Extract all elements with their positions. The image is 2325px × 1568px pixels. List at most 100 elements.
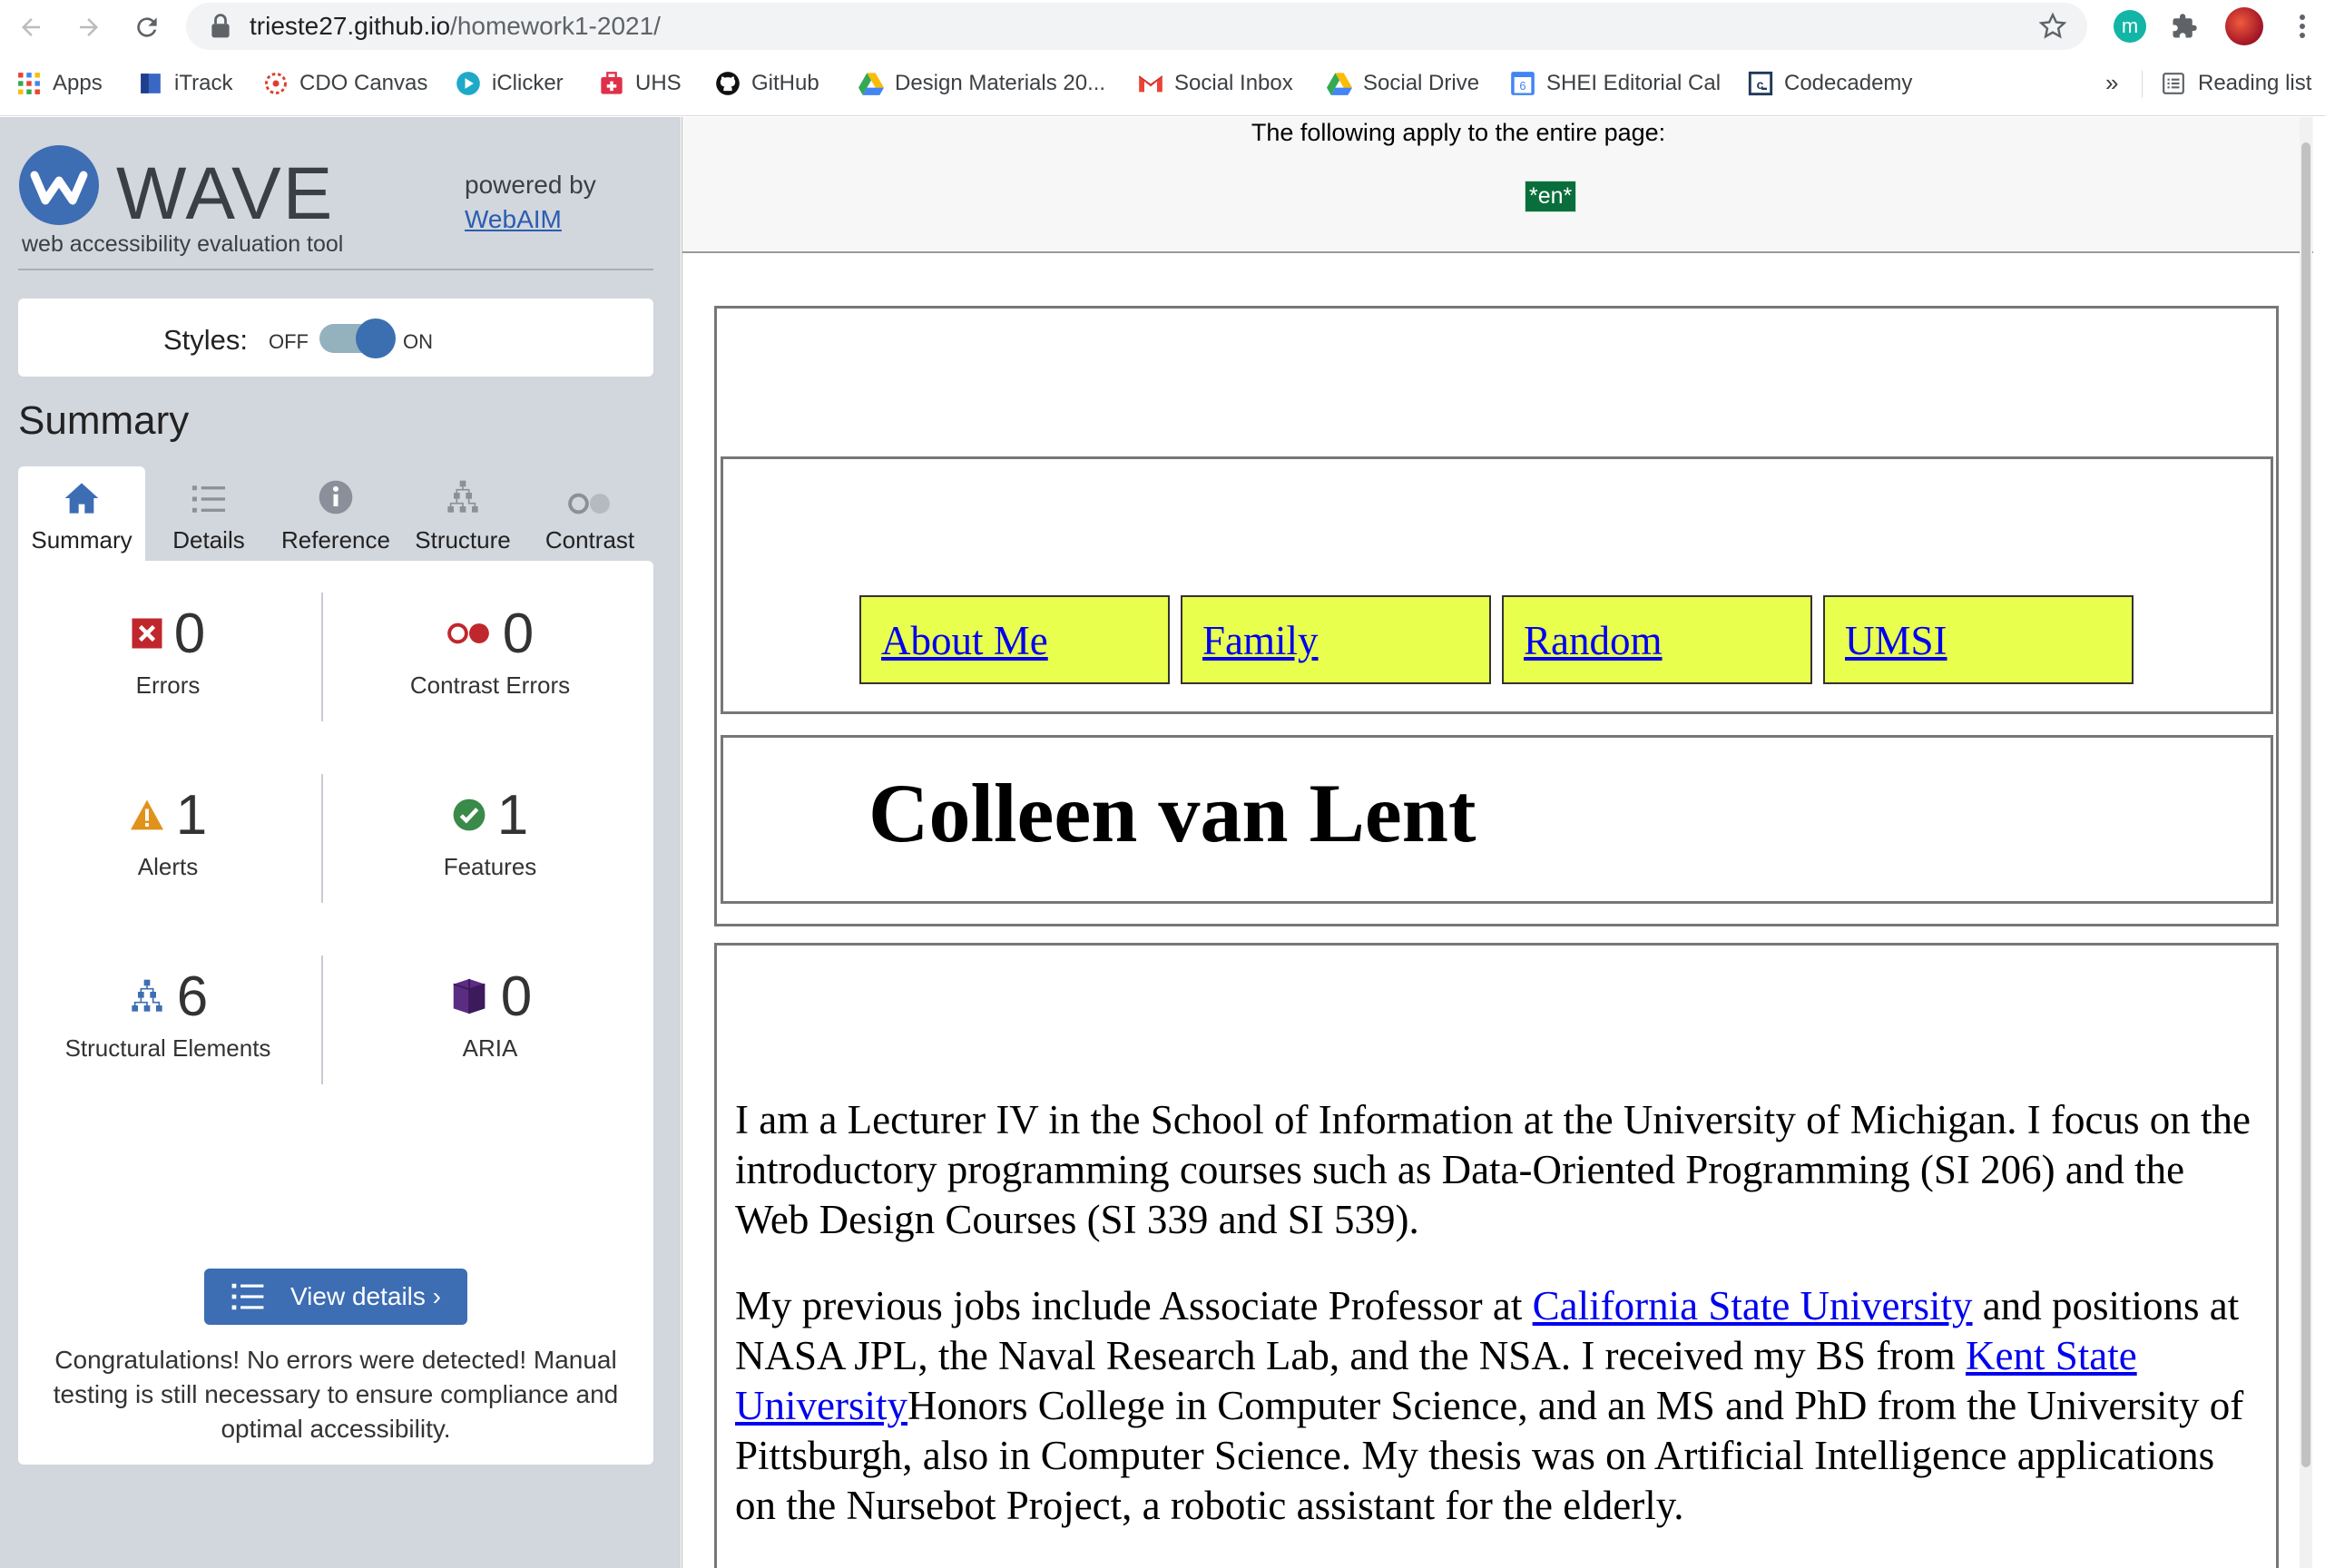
bookmark-uhs[interactable]: UHS	[599, 65, 682, 102]
svg-text:6: 6	[1519, 79, 1525, 93]
reading-list-button[interactable]: Reading list	[2162, 65, 2311, 102]
extensions-puzzle-icon[interactable]	[2165, 7, 2203, 45]
page-scrollbar[interactable]	[2300, 117, 2312, 1568]
bio-text: Honors College in Computer Science, and …	[735, 1383, 2244, 1528]
stat-contrast-errors[interactable]: 0 Contrast Errors	[340, 597, 640, 700]
nav-link-random[interactable]: Random	[1502, 595, 1812, 684]
wave-subtitle: web accessibility evaluation tool	[22, 231, 344, 257]
url-host: trieste27.github.io	[250, 12, 451, 40]
codecademy-icon: c	[1748, 71, 1773, 96]
bookmark-itrack[interactable]: iTrack	[138, 65, 232, 102]
stat-alerts[interactable]: 1 Alerts	[18, 779, 318, 881]
tab-structure[interactable]: Structure	[399, 466, 526, 561]
tab-contrast[interactable]: Contrast	[526, 466, 653, 561]
nav-link-umsi[interactable]: UMSI	[1823, 595, 2134, 684]
canvas-icon	[263, 71, 289, 96]
url-text[interactable]: trieste27.github.io/homework1-2021/	[250, 12, 661, 41]
bookmarks-divider	[2142, 71, 2143, 98]
tab-label: Contrast	[544, 526, 635, 554]
nav-link-about-me[interactable]: About Me	[859, 595, 1170, 684]
tab-reference[interactable]: Reference	[272, 466, 399, 561]
bookmark-label: Design Materials 20...	[895, 71, 1106, 95]
stat-aria[interactable]: 0 ARIA	[340, 960, 640, 1063]
summary-heading: Summary	[18, 398, 190, 443]
tab-details[interactable]: Details	[145, 466, 272, 561]
webaim-link[interactable]: WebAIM	[465, 205, 562, 233]
bookmark-apps[interactable]: Apps	[16, 65, 103, 102]
divider	[321, 774, 323, 903]
bookmark-iclicker[interactable]: iClicker	[456, 65, 564, 102]
bookmarks-overflow-button[interactable]: »	[2105, 69, 2118, 97]
nav-section: About Me Family Random UMSI	[721, 456, 2273, 714]
nav-link-label: About Me	[881, 618, 1048, 663]
entire-page-note: The following apply to the entire page:	[1251, 119, 1666, 146]
bookmark-codecademy[interactable]: c Codecademy	[1748, 65, 1912, 102]
stat-features[interactable]: 1 Features	[340, 779, 640, 881]
alert-icon	[129, 799, 165, 831]
info-icon	[318, 479, 354, 515]
lock-icon[interactable]	[211, 14, 231, 39]
tab-summary[interactable]: Summary	[18, 466, 145, 561]
svg-text:c: c	[1756, 79, 1763, 93]
stat-errors[interactable]: 0 Errors	[18, 597, 318, 700]
back-button[interactable]	[11, 7, 51, 47]
bookmark-label: CDO Canvas	[299, 71, 428, 95]
bookmarks-bar: Apps iTrack CDO Canvas iClicker UHS GitH…	[0, 60, 2325, 107]
bio-text: My previous jobs include Associate Profe…	[735, 1283, 1533, 1328]
view-details-label: View details ›	[289, 1282, 441, 1310]
profile-avatar[interactable]	[2225, 7, 2263, 45]
tab-label: Structure	[415, 526, 511, 554]
bookmark-label: GitHub	[751, 71, 819, 95]
bookmark-label: UHS	[635, 71, 682, 95]
address-row: trieste27.github.io/homework1-2021/ m	[0, 0, 2325, 53]
name-section: Colleen van Lent	[721, 735, 2273, 904]
bookmark-cdo-canvas[interactable]: CDO Canvas	[263, 65, 427, 102]
contrast-icon	[567, 492, 613, 515]
address-bar[interactable]: trieste27.github.io/homework1-2021/	[186, 3, 2087, 50]
bookmark-social-inbox[interactable]: Social Inbox	[1138, 65, 1293, 102]
alerts-count: 1	[175, 783, 208, 847]
styles-off-label: OFF	[269, 330, 309, 353]
nav-link-label: Family	[1202, 618, 1319, 663]
wave-sidebar: WAVE web accessibility evaluation tool p…	[0, 117, 681, 1568]
wave-title: WAVE	[116, 152, 335, 235]
bookmark-social-drive[interactable]: Social Drive	[1327, 65, 1479, 102]
styles-toggle-card: Styles: OFF ON	[18, 299, 653, 377]
wave-logo-icon	[18, 144, 100, 226]
reading-list-icon	[2162, 72, 2185, 95]
features-label: Features	[443, 853, 537, 880]
wave-tabs: Summary Details Reference Structure Cont…	[18, 466, 653, 561]
california-state-link[interactable]: California State University	[1533, 1283, 1973, 1328]
styles-toggle-switch[interactable]	[319, 318, 396, 358]
bio-paragraph-2: My previous jobs include Associate Profe…	[735, 1281, 2260, 1531]
itrack-icon	[138, 71, 163, 96]
page-title: Colleen van Lent	[868, 767, 1476, 859]
language-badge[interactable]: *en*	[1525, 181, 1577, 212]
scrollbar-thumb[interactable]	[2301, 142, 2310, 1467]
forward-button[interactable]	[69, 7, 109, 47]
feature-check-icon	[452, 798, 486, 832]
reload-button[interactable]	[127, 7, 167, 47]
view-details-button[interactable]: View details ›	[204, 1269, 467, 1325]
divider	[321, 593, 323, 721]
powered-by-label: powered by	[465, 171, 596, 199]
google-drive-icon	[1327, 71, 1352, 96]
bookmark-design-materials[interactable]: Design Materials 20...	[858, 65, 1105, 102]
nav-link-label: Random	[1524, 618, 1663, 663]
nav-link-family[interactable]: Family	[1181, 595, 1491, 684]
divider	[18, 269, 653, 270]
styles-label: Styles:	[163, 324, 249, 356]
structural-count: 6	[176, 965, 209, 1028]
header-section: About Me Family Random UMSI Colleen van …	[714, 306, 2279, 926]
google-calendar-icon: 6	[1510, 71, 1535, 96]
bookmark-github[interactable]: GitHub	[715, 65, 819, 102]
summary-panel: 0 Errors 0 Contrast Errors 1 Alerts 1 Fe…	[18, 561, 653, 1465]
extension-m-icon[interactable]: m	[2111, 7, 2149, 45]
browser-menu-icon[interactable]	[2283, 7, 2321, 45]
bio-paragraph-1: I am a Lecturer IV in the School of Info…	[735, 1097, 2251, 1242]
alerts-label: Alerts	[137, 853, 199, 880]
bookmark-star-icon[interactable]	[2038, 12, 2067, 41]
bookmark-shei-editorial-cal[interactable]: 6 SHEI Editorial Cal	[1510, 65, 1721, 102]
bookmark-label: Social Inbox	[1174, 71, 1293, 95]
stat-structural-elements[interactable]: 6 Structural Elements	[18, 960, 318, 1063]
